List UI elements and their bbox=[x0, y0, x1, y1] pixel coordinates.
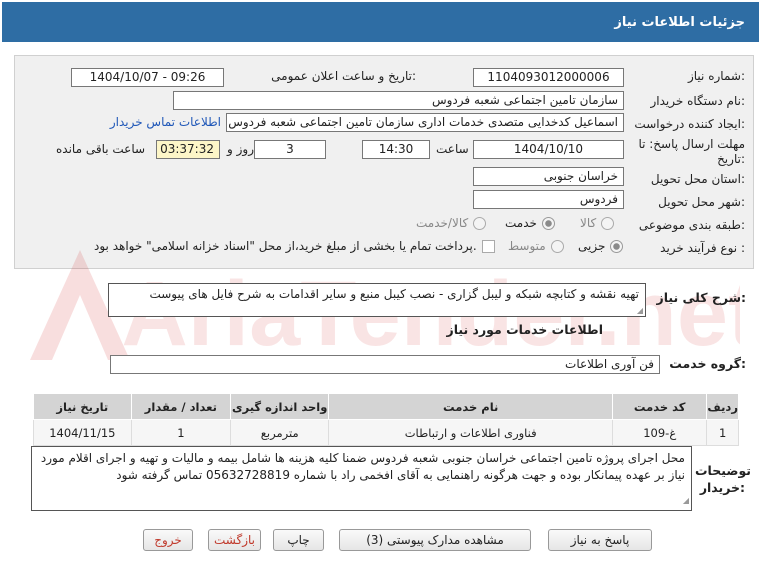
cell-service-code: غ-109 bbox=[611, 419, 708, 446]
col-need-date: تاریخ نیاز bbox=[33, 393, 132, 420]
category-label: طبقه بندی موضوعی: bbox=[638, 218, 745, 232]
category-option-service[interactable]: خدمت bbox=[505, 216, 555, 230]
city-field[interactable]: فردوس bbox=[473, 190, 624, 209]
remaining-time-label: ساعت باقی مانده bbox=[56, 142, 146, 156]
announce-datetime-label: تاریخ و ساعت اعلان عمومی: bbox=[271, 69, 416, 83]
category-service-radio[interactable] bbox=[541, 216, 555, 230]
city-label: شهر محل تحویل: bbox=[658, 195, 745, 209]
category-option-goods[interactable]: کالا bbox=[580, 216, 615, 230]
cell-need-date: 1404/11/15 bbox=[33, 419, 132, 446]
cell-quantity: 1 bbox=[130, 419, 232, 446]
buyer-notes-label: توضیحات خریدار: bbox=[695, 463, 751, 495]
treasury-payment-note: پرداخت تمام یا بخشی از مبلغ خرید،از محل … bbox=[94, 239, 477, 253]
need-number-label: شماره نیاز: bbox=[687, 69, 745, 83]
purchase-type-label: نوع فرآیند خرید : bbox=[660, 241, 745, 255]
col-quantity: تعداد / مقدار bbox=[130, 393, 232, 420]
summary-field[interactable]: تهیه نقشه و کتابچه شبکه و لیبل گزاری - ن… bbox=[108, 283, 646, 317]
remaining-time-field: 03:37:32 bbox=[156, 140, 220, 159]
province-label: استان محل تحویل: bbox=[650, 172, 745, 186]
page-title: جزئیات اطلاعات نیاز bbox=[614, 14, 745, 30]
buyer-notes-text: محل اجرای پروژه تامین اجتماعی خراسان جنو… bbox=[40, 451, 685, 482]
remaining-days-label: روز و bbox=[227, 142, 254, 156]
deadline-label: مهلت ارسال پاسخ: تا تاریخ: bbox=[638, 137, 745, 166]
services-title: اطلاعات خدمات مورد نیاز bbox=[446, 322, 604, 337]
deadline-time-label: ساعت bbox=[436, 142, 469, 156]
col-row-number: ردیف bbox=[706, 393, 739, 420]
cell-service-name: فناوری اطلاعات و ارتباطات bbox=[328, 419, 613, 446]
print-button[interactable]: چاپ bbox=[273, 529, 324, 551]
deadline-date-field[interactable]: 1404/10/10 bbox=[473, 140, 624, 159]
buyer-org-label: نام دستگاه خریدار: bbox=[650, 94, 746, 108]
purchase-option-medium[interactable]: متوسط bbox=[508, 239, 564, 253]
province-field[interactable]: خراسان جنوبی bbox=[473, 167, 624, 186]
treasury-payment-option[interactable]: پرداخت تمام یا بخشی از مبلغ خرید،از محل … bbox=[94, 239, 495, 253]
creator-field[interactable]: اسماعیل کدخدایی متصدی خدمات اداری سازمان… bbox=[226, 113, 624, 132]
resize-grip-icon[interactable]: ◢ bbox=[683, 492, 689, 509]
category-option-service-label: خدمت bbox=[505, 216, 537, 230]
deadline-time-field[interactable]: 14:30 bbox=[362, 140, 430, 159]
purchase-option-minor-label: جزیی bbox=[578, 239, 606, 253]
need-number-field[interactable]: 1104093012000006 bbox=[473, 68, 624, 87]
reply-button[interactable]: پاسخ به نیاز bbox=[548, 529, 652, 551]
services-table-wrap: تاریخ نیاز تعداد / مقدار واحد اندازه گیر… bbox=[33, 393, 739, 446]
treasury-payment-checkbox[interactable] bbox=[481, 239, 495, 253]
col-service-name: نام خدمت bbox=[328, 393, 613, 420]
buyer-notes-field[interactable]: محل اجرای پروژه تامین اجتماعی خراسان جنو… bbox=[31, 446, 692, 511]
category-option-goods-label: کالا bbox=[580, 216, 597, 230]
services-table: تاریخ نیاز تعداد / مقدار واحد اندازه گیر… bbox=[33, 393, 739, 446]
col-service-code: کد خدمت bbox=[611, 393, 708, 420]
cell-unit: مترمربع bbox=[230, 419, 330, 446]
resize-grip-icon[interactable]: ◢ bbox=[637, 306, 643, 315]
exit-button[interactable]: خروج bbox=[143, 529, 193, 551]
remaining-days-field[interactable]: 3 bbox=[254, 140, 326, 159]
category-option-both[interactable]: کالا/خدمت bbox=[416, 216, 487, 230]
announce-datetime-field[interactable]: 1404/10/07 - 09:26 bbox=[71, 68, 224, 87]
creator-label: ایجاد کننده درخواست: bbox=[634, 117, 745, 131]
table-row[interactable]: 1404/11/15 1 مترمربع فناوری اطلاعات و ار… bbox=[33, 419, 739, 446]
page-header: جزئیات اطلاعات نیاز bbox=[2, 2, 759, 42]
back-button[interactable]: بازگشت bbox=[208, 529, 261, 551]
buyer-contact-link[interactable]: اطلاعات تماس خریدار bbox=[110, 115, 221, 129]
view-attachments-button[interactable]: مشاهده مدارک پیوستی (3) bbox=[339, 529, 531, 551]
purchase-option-medium-label: متوسط bbox=[508, 239, 546, 253]
summary-text: تهیه نقشه و کتابچه شبکه و لیبل گزاری - ن… bbox=[149, 287, 639, 301]
category-goods-radio[interactable] bbox=[601, 216, 615, 230]
service-group-label: گروه خدمت: bbox=[669, 356, 746, 371]
purchase-option-minor[interactable]: جزیی bbox=[578, 239, 624, 253]
category-both-radio[interactable] bbox=[473, 216, 487, 230]
purchase-medium-radio[interactable] bbox=[550, 239, 564, 253]
services-table-header-row: تاریخ نیاز تعداد / مقدار واحد اندازه گیر… bbox=[33, 393, 739, 420]
col-unit: واحد اندازه گیری bbox=[230, 393, 330, 420]
cell-row-number: 1 bbox=[706, 419, 739, 446]
summary-label: شرح کلی نیاز: bbox=[656, 290, 747, 305]
category-option-both-label: کالا/خدمت bbox=[416, 216, 469, 230]
buyer-org-field[interactable]: سازمان تامین اجتماعی شعبه فردوس bbox=[173, 91, 624, 110]
purchase-minor-radio[interactable] bbox=[610, 239, 624, 253]
service-group-field[interactable]: فن آوری اطلاعات bbox=[110, 355, 660, 374]
